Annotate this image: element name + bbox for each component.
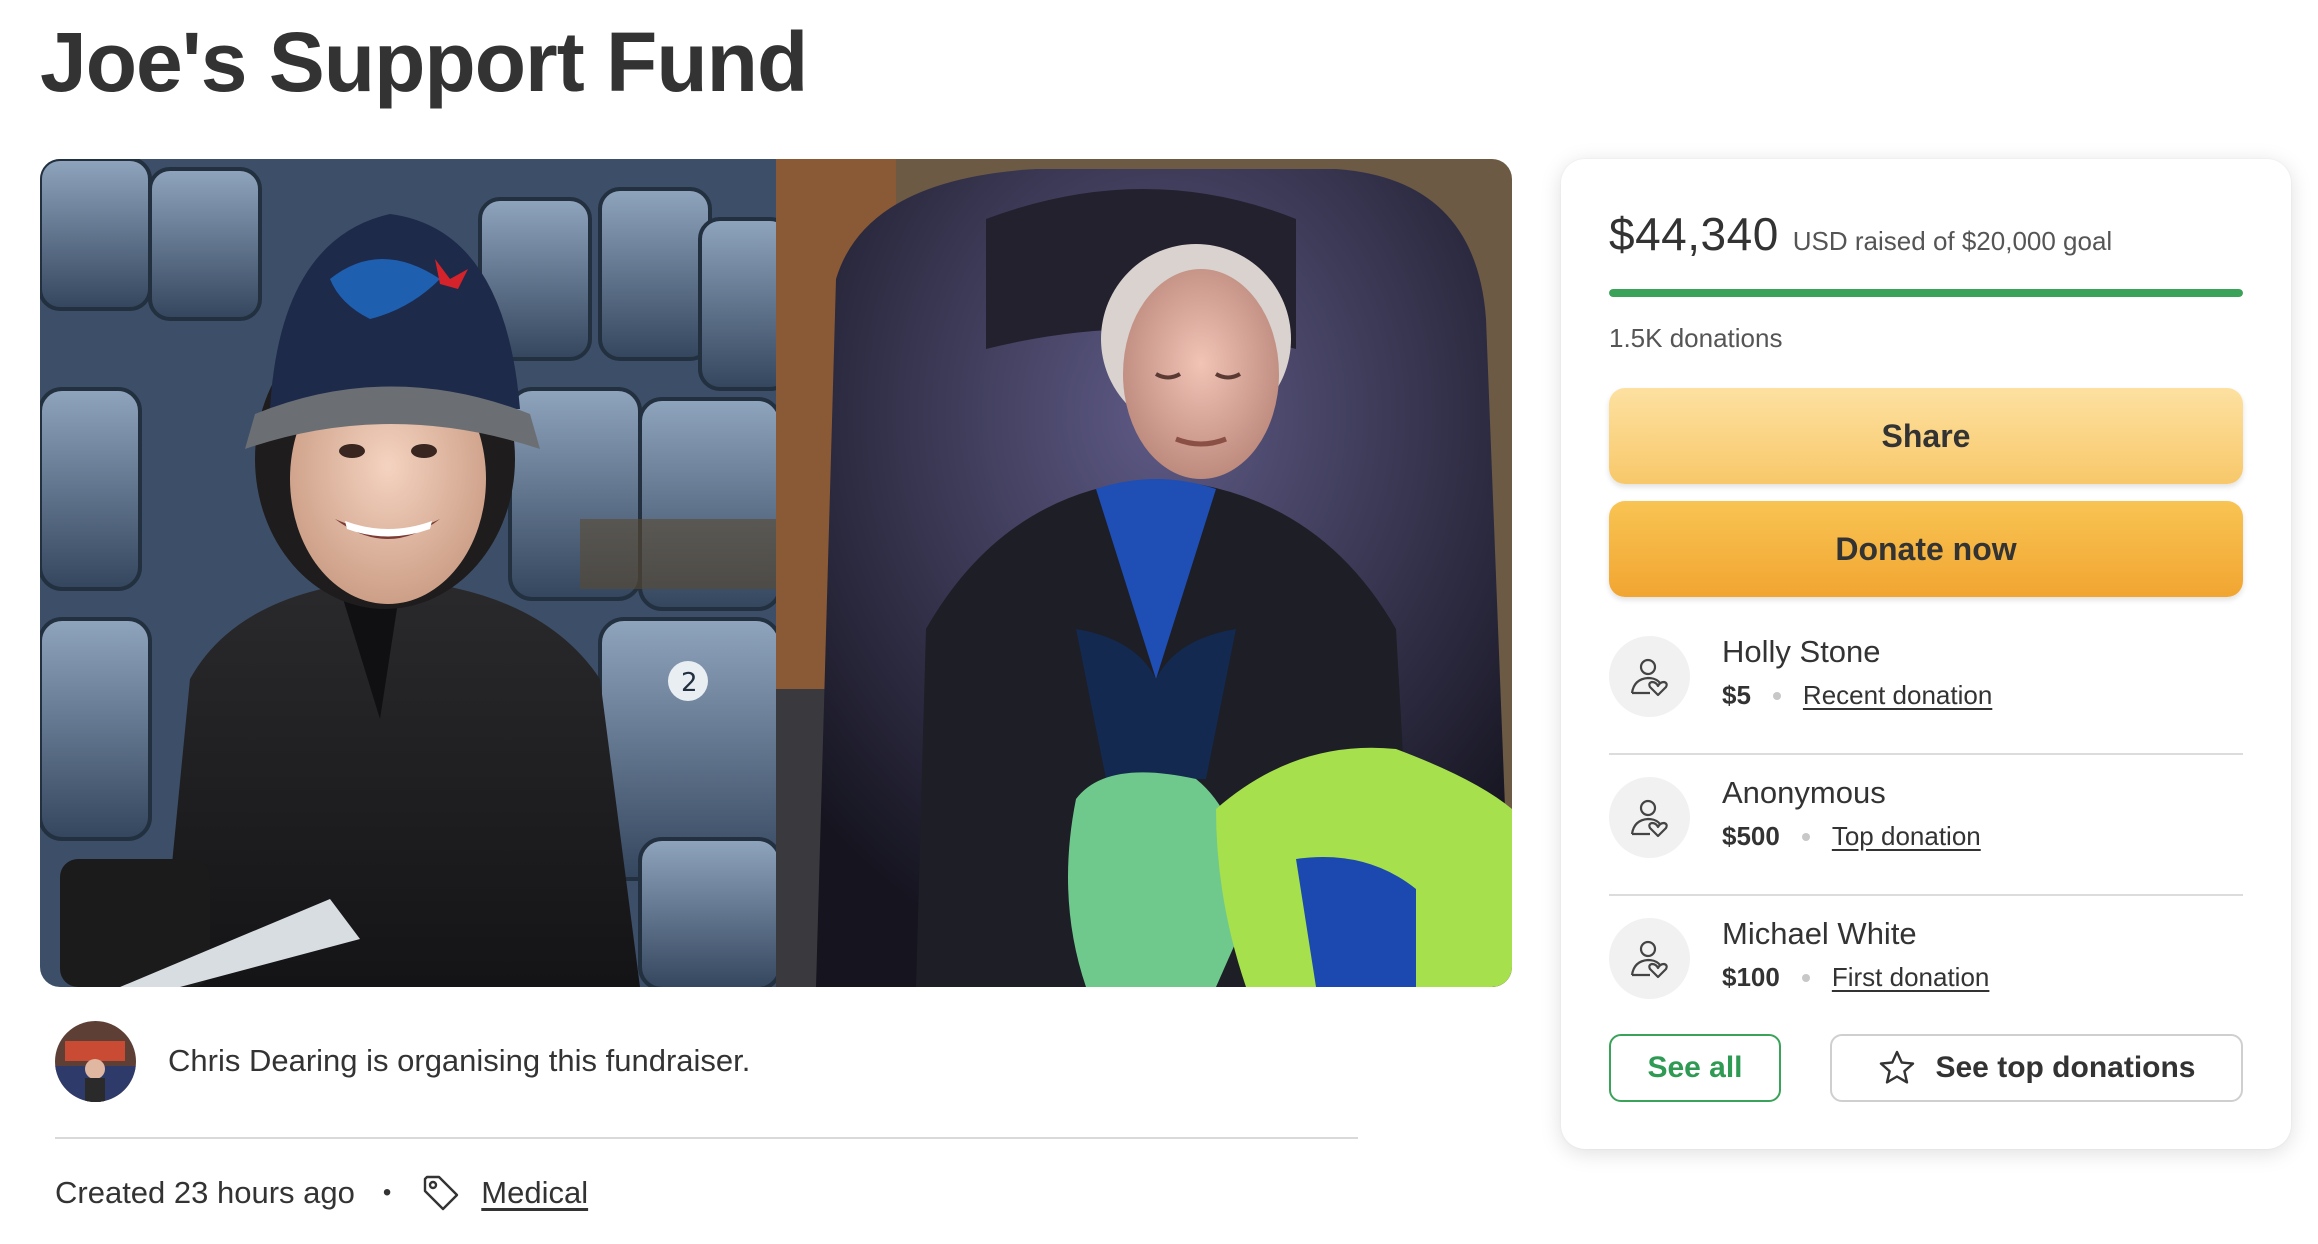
separator-dot — [1801, 832, 1810, 841]
svg-text:2: 2 — [681, 668, 698, 698]
donation-tag-link[interactable]: Top donation — [1832, 821, 1981, 852]
see-top-donations-label: See top donations — [1935, 1051, 2196, 1084]
separator-dot — [1801, 973, 1810, 982]
donor-name: Holly Stone — [1722, 634, 1881, 669]
progress-fill — [1609, 289, 2243, 297]
donor-avatar-icon — [1609, 777, 1690, 858]
donations-count: 1.5K donations — [1609, 323, 1783, 353]
separator-dot — [1772, 691, 1781, 700]
donor-name: Michael White — [1722, 916, 1917, 951]
see-top-donations-button[interactable]: See top donations — [1830, 1034, 2243, 1102]
donor-avatar-icon — [1609, 918, 1690, 999]
meta-row: Created 23 hours ago • Medical — [55, 1168, 588, 1218]
donor-name: Anonymous — [1722, 775, 1886, 810]
raised-summary: $44,340 USD raised of $20,000 goal — [1609, 207, 2112, 261]
see-all-button[interactable]: See all — [1609, 1034, 1781, 1102]
photo-joe-stadium[interactable]: 2 — [40, 159, 776, 987]
fundraiser-page: Joe's Support Fund 2 Chris Dearing is or… — [0, 0, 2318, 1244]
raised-amount: $44,340 — [1609, 208, 1779, 260]
category-link[interactable]: Medical — [481, 1175, 588, 1211]
donation-tag-link[interactable]: Recent donation — [1803, 680, 1992, 711]
donor-amount: $100 — [1722, 962, 1780, 992]
photo-joe-sleeping[interactable] — [776, 159, 1512, 987]
share-button[interactable]: Share — [1609, 388, 2243, 484]
donate-now-button[interactable]: Donate now — [1609, 501, 2243, 597]
hero-gallery[interactable]: 2 — [40, 159, 1512, 987]
organiser-text: Chris Dearing is organising this fundrai… — [168, 1043, 751, 1078]
tag-icon — [424, 1175, 459, 1211]
donor-amount: $500 — [1722, 821, 1780, 851]
donor-item: Michael White $100 First donation — [1609, 896, 2243, 1037]
organiser-avatar[interactable] — [55, 1020, 136, 1102]
donor-amount: $5 — [1722, 680, 1751, 710]
donor-detail: $100 First donation — [1722, 962, 1989, 993]
goal-text: USD raised of $20,000 goal — [1792, 226, 2113, 256]
donor-item: Anonymous $500 Top donation — [1609, 755, 2243, 896]
donor-avatar-icon — [1609, 636, 1690, 717]
star-icon — [1880, 1050, 1915, 1084]
page-title: Joe's Support Fund — [40, 15, 808, 109]
divider — [55, 1137, 1358, 1139]
donor-detail: $5 Recent donation — [1722, 680, 1992, 711]
donor-item: Holly Stone $5 Recent donation — [1609, 614, 2243, 755]
meta-separator: • — [382, 1179, 392, 1206]
progress-bar — [1609, 289, 2243, 297]
donor-detail: $500 Top donation — [1722, 821, 1981, 852]
donation-tag-link[interactable]: First donation — [1832, 962, 1990, 993]
organiser-row: Chris Dearing is organising this fundrai… — [55, 1020, 1358, 1102]
donation-card: $44,340 USD raised of $20,000 goal 1.5K … — [1561, 159, 2291, 1149]
created-text: Created 23 hours ago — [55, 1175, 355, 1210]
